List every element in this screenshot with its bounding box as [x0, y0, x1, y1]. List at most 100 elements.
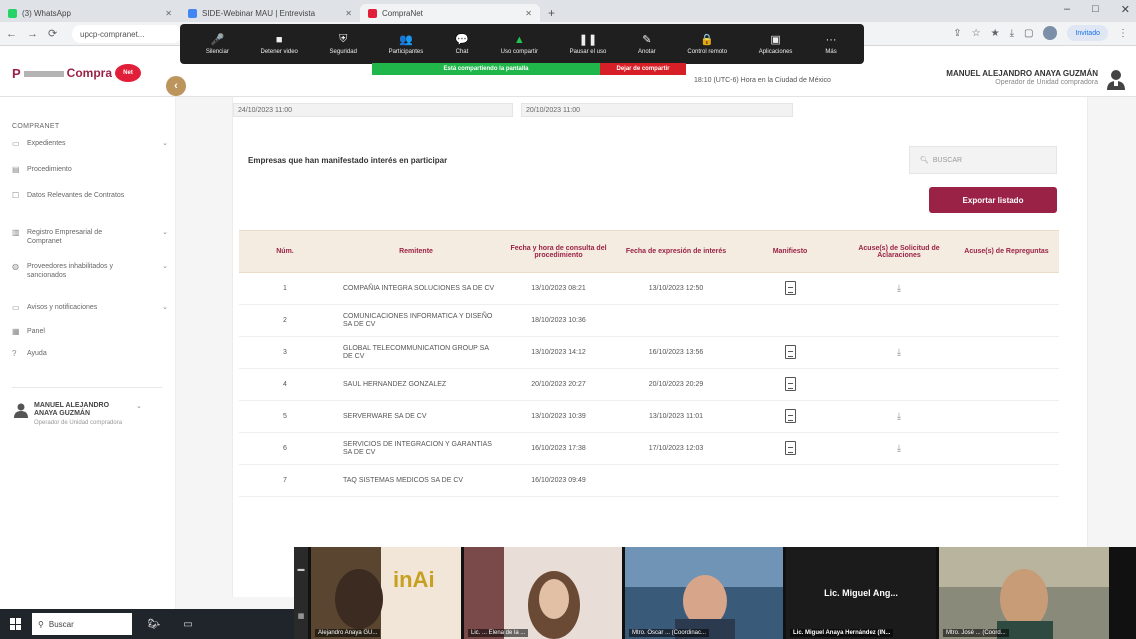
download-icon[interactable]: ⤓ [1010, 28, 1014, 39]
zoom-toolbar: 🎤 Silenciar ■ Detener video ⛨ Seguridad 👥 Parti… [180, 24, 864, 64]
profile-button[interactable]: Invitado [1067, 25, 1108, 41]
chevron-down-icon[interactable]: ⌄ [136, 402, 142, 427]
url-field[interactable]: upcp-compranet... [72, 25, 182, 43]
browser-tab-side[interactable]: SIDE-Webinar MAU | Entrevista ✕ [180, 4, 360, 22]
minimize-button[interactable]: – [1064, 3, 1070, 16]
zoom-item-anotar[interactable]: ✎ Anotar [638, 34, 656, 55]
sidebar-item-registro[interactable]: ▥ Registro Empresarial de Compranet ⌄ [12, 228, 168, 246]
back-arrow-icon[interactable]: ← [6, 28, 17, 40]
cell-acuse-aclaraciones: ⤓ [844, 272, 954, 305]
download-icon[interactable]: ⤓ [897, 411, 901, 421]
cell-fecha-consulta: 16/10/2023 17:38 [501, 432, 616, 465]
cell-fecha-interes [616, 304, 736, 337]
compranet-logo[interactable]: P Compra Net [12, 64, 142, 82]
cell-acuse-repreguntas [954, 464, 1059, 497]
video-tile-3[interactable]: Mtro. Oscar ... (Coordinac... [625, 547, 783, 639]
sidebar-item-datos[interactable]: ☐ Datos Relevantes de Contratos [12, 191, 168, 200]
table-row: 1 COMPAÑIA INTEGRA SOLUCIONES SA DE CV 13/… [239, 272, 1059, 305]
sidebar-item-label: Panel [27, 328, 45, 335]
participant-name: Lic. Miguel Anaya Hernández (IN... [790, 629, 894, 637]
participant-video [625, 547, 783, 639]
table-row: 3 GLOBAL TELECOMMUNICATION GROUP SA DE CV… [239, 336, 1059, 369]
cell-acuse-aclaraciones: ⤓ [844, 336, 954, 369]
browser-tab-whatsapp[interactable]: (3) WhatsApp ✕ [0, 4, 180, 22]
sidebar-item-panel[interactable]: ▦ Panel [12, 327, 168, 336]
share-icon[interactable]: ⇪ [953, 28, 961, 39]
close-tab-icon[interactable]: ✕ [165, 9, 172, 18]
video-tile-4[interactable]: Lic. Miguel Ang... Lic. Miguel Anaya Her… [786, 547, 936, 639]
zoom-item-chat[interactable]: 💬 Chat [455, 34, 469, 55]
pdf-document-icon[interactable] [784, 376, 796, 391]
sidebar-item-ayuda[interactable]: ? Ayuda [12, 349, 168, 358]
date-field-2: 20/10/2023 11:00 [521, 103, 793, 117]
sidebar-item-expedientes[interactable]: ▭ Expedientes ⌄ [12, 139, 168, 148]
zoom-item-control-remoto[interactable]: 🔒 Control remoto [687, 34, 727, 55]
task-view-icon[interactable]: ▭ [176, 613, 200, 635]
zoom-item-seguridad[interactable]: ⛨ Seguridad [330, 33, 357, 55]
horse-widget-icon[interactable]: 🐎︎ [142, 613, 166, 635]
compranet-icon [368, 8, 377, 18]
cell-fecha-interes: 13/10/2023 11:01 [616, 400, 736, 433]
video-tile-2[interactable]: Lic. ... Elena de la ... [464, 547, 622, 639]
participant-name: Mtro. José ... (Coord... [943, 629, 1009, 637]
zoom-item-silenciar[interactable]: 🎤 Silenciar [206, 34, 229, 55]
search-placeholder: BUSCAR [932, 156, 963, 164]
cell-fecha-consulta: 13/10/2023 14:12 [501, 336, 616, 369]
zoom-item-m-s[interactable]: ··· Más [824, 34, 838, 55]
collapse-sidebar-button[interactable]: ‹ [166, 76, 186, 96]
pdf-document-icon[interactable] [784, 440, 796, 455]
zoom-icon: ⛨ [339, 33, 348, 45]
taskbar-search[interactable]: ⚲ Buscar [32, 613, 132, 635]
col-acuse-aclaraciones: Acuse(s) de Solicitud de Aclaraciones [844, 230, 954, 273]
bookmark-star-icon[interactable]: ☆ [972, 28, 981, 39]
video-tile-1[interactable]: inAi Alejandro Anaya GU... [311, 547, 461, 639]
close-window-button[interactable]: ✕ [1121, 3, 1130, 16]
zoom-item-aplicaciones[interactable]: ▣ Aplicaciones [759, 34, 793, 55]
close-tab-icon[interactable]: ✕ [345, 9, 352, 18]
sidebar-item-proveedores[interactable]: ◍ Proveedores inhabilitados y sancionados… [12, 262, 168, 280]
sidebar-item-procedimiento[interactable]: ▤ Procedimiento [12, 165, 168, 174]
export-list-button[interactable]: Exportar listado [929, 187, 1057, 213]
sidepanel-icon[interactable]: ▢ [1024, 28, 1033, 39]
user-avatar-icon[interactable] [1106, 68, 1126, 90]
pdf-document-icon[interactable] [784, 408, 796, 423]
cell-acuse-repreguntas [954, 272, 1059, 305]
video-tile-5[interactable]: Mtro. José ... (Coord... [939, 547, 1109, 639]
zoom-video-strip: ▬ ▦ inAi Alejandro Anaya GU... Lic. ... … [294, 547, 1136, 639]
new-tab-button[interactable]: + [540, 4, 563, 22]
profile-avatar[interactable] [1043, 26, 1058, 40]
zoom-item-participantes[interactable]: 👥 Participantes [389, 34, 424, 55]
cell-remitente: GLOBAL TELECOMMUNICATION GROUP SA DE CV [331, 336, 501, 369]
close-tab-icon[interactable]: ✕ [525, 9, 532, 18]
sidebar-item-icon: ☐ [12, 191, 20, 200]
cell-num: 3 [239, 336, 331, 369]
tab-label: (3) WhatsApp [22, 8, 71, 18]
browser-tab-compranet[interactable]: CompraNet ✕ [360, 4, 540, 22]
download-icon[interactable]: ⤓ [897, 347, 901, 357]
reload-icon[interactable]: ⟳ [48, 27, 57, 40]
sidebar-user[interactable]: MANUEL ALEJANDRO ANAYA GUZMÁN Operador d… [14, 402, 142, 427]
menu-kebab-icon[interactable]: ⋮ [1118, 28, 1128, 39]
pdf-document-icon[interactable] [784, 344, 796, 359]
pdf-document-icon[interactable] [784, 280, 796, 295]
windows-start-icon[interactable] [10, 618, 22, 630]
extensions-icon[interactable]: ★ [991, 28, 1000, 39]
stop-share-button[interactable]: Dejar de compartir [600, 63, 686, 75]
sidebar-item-label: Registro Empresarial de Compranet [27, 229, 103, 245]
strip-view-icon[interactable]: ▬ [298, 566, 305, 573]
search-input[interactable]: 🔍︎ BUSCAR [909, 146, 1057, 174]
sidebar-item-avisos[interactable]: ▭ Avisos y notificaciones ⌄ [12, 303, 168, 312]
maximize-button[interactable]: □ [1092, 3, 1099, 16]
cell-acuse-repreguntas [954, 368, 1059, 401]
download-icon[interactable]: ⤓ [897, 443, 901, 453]
cell-fecha-consulta: 13/10/2023 10:39 [501, 400, 616, 433]
forward-arrow-icon[interactable]: → [27, 28, 38, 40]
zoom-item-uso-compartir[interactable]: ▲ Uso compartir [501, 34, 538, 55]
zoom-item-detener-video[interactable]: ■ Detener video [261, 34, 298, 55]
zoom-item-pausar-el-uso[interactable]: ❚❚ Pausar el uso [570, 34, 607, 55]
download-icon[interactable]: ⤓ [897, 283, 901, 293]
sidebar-item-icon: ▭ [12, 303, 20, 312]
zoom-icon: 👥 [399, 34, 413, 46]
strip-grid-icon[interactable]: ▦ [298, 612, 305, 620]
video-strip-controls[interactable]: ▬ ▦ [294, 547, 308, 639]
